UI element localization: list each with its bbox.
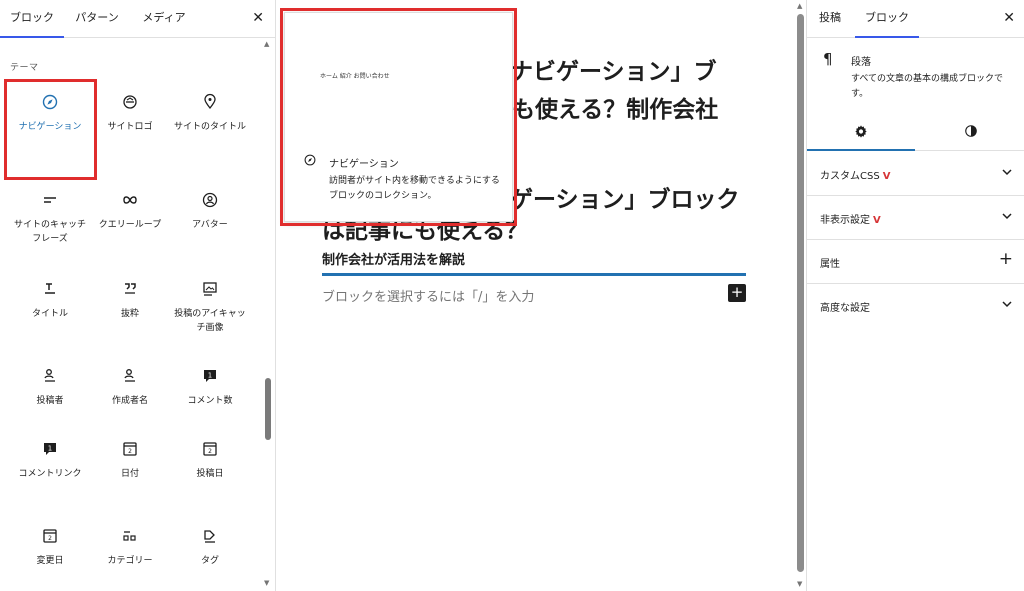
chevron-down-icon <box>1002 169 1012 176</box>
author-name-icon <box>124 369 135 382</box>
block-comment-count[interactable]: 1 コメント数 <box>166 358 254 438</box>
block-comment-link[interactable]: 1 コメントリンク <box>6 431 94 511</box>
half-circle-style-icon <box>965 125 977 137</box>
inserter-block-list: テーマ ナビゲーション サイトロゴ サイトのタイトル サイトのキャッチフレーズ … <box>0 38 276 591</box>
selected-block-border <box>322 273 746 276</box>
loop-icon <box>123 196 137 204</box>
block-card-description: すべての文章の基本の構成ブロックです。 <box>851 74 1004 99</box>
inserter-scrollbar[interactable]: ▲ ▼ <box>263 38 273 591</box>
preview-title: ナビゲーション <box>329 159 399 170</box>
svg-text:2: 2 <box>128 448 132 455</box>
panel-label: 非表示設定 <box>820 215 870 226</box>
block-site-logo[interactable]: サイトロゴ <box>86 84 174 164</box>
block-avatar[interactable]: アバター <box>166 182 254 262</box>
block-site-title[interactable]: サイトのタイトル <box>166 84 254 164</box>
plugin-badge-icon: V <box>873 215 881 226</box>
panel-label: 属性 <box>820 259 840 270</box>
tab-settings[interactable] <box>807 113 915 151</box>
block-modified-date[interactable]: 2 変更日 <box>6 518 94 591</box>
plus-icon: + <box>998 249 1013 269</box>
block-author-name[interactable]: 作成者名 <box>86 358 174 438</box>
block-preview-popover: ホーム 紹介 お問い合わせ ナビゲーション 訪問者がサイト内を移動できるようにす… <box>284 12 513 222</box>
featured-image-icon <box>203 282 217 296</box>
tab-post[interactable]: 投稿 <box>807 0 853 38</box>
gear-icon <box>855 125 867 138</box>
block-navigation[interactable]: ナビゲーション <box>6 84 94 164</box>
post-heading-line[interactable]: ナビゲーション」ブ <box>510 52 717 86</box>
preview-description: 訪問者がサイト内を移動できるようにするブロックのコレクション。 <box>329 176 500 201</box>
post-date-icon: 2 <box>203 442 217 456</box>
block-categories[interactable]: カテゴリー <box>86 518 174 591</box>
settings-sidebar: 投稿 ブロック ✕ ¶ 段落 すべての文章の基本の構成ブロックです。 カスタムC… <box>806 0 1024 591</box>
tab-media[interactable]: メディア <box>136 0 192 38</box>
comment-count-icon: 1 <box>204 370 216 382</box>
block-inserter-panel: ブロック パターン メディア ✕ テーマ ナビゲーション サイトロゴ サイトのタ… <box>0 0 276 591</box>
plugin-badge-icon: V <box>882 171 891 182</box>
author-icon <box>44 369 55 382</box>
category-title: テーマ <box>10 63 39 73</box>
block-query-loop[interactable]: クエリーループ <box>86 182 174 262</box>
compass-icon <box>304 154 316 166</box>
modified-date-icon: 2 <box>43 529 57 543</box>
panel-attributes[interactable]: 属性 + <box>807 240 1024 284</box>
chevron-down-icon <box>1002 301 1012 308</box>
block-excerpt[interactable]: 抜粋 <box>86 271 174 351</box>
panel-label: カスタムCSS <box>820 171 880 182</box>
canvas-scrollbar-thumb[interactable] <box>797 14 804 572</box>
svg-text:2: 2 <box>48 535 52 542</box>
block-post-date[interactable]: 2 投稿日 <box>166 431 254 511</box>
block-featured-image[interactable]: 投稿のアイキャッチ画像 <box>166 271 254 351</box>
chevron-down-icon <box>1002 213 1012 220</box>
add-block-button[interactable]: + <box>728 284 746 302</box>
settings-tabs: 投稿 ブロック ✕ <box>807 0 1024 38</box>
block-tags[interactable]: タグ <box>166 518 254 591</box>
block-settings-subtabs <box>807 113 1024 151</box>
tag-icon <box>204 530 215 543</box>
post-subheading[interactable]: 制作会社が活用法を解説 <box>322 249 465 268</box>
canvas-scrollbar[interactable]: ▲ ▼ <box>795 0 806 591</box>
block-date[interactable]: 2 日付 <box>86 431 174 511</box>
site-logo-icon <box>123 95 137 109</box>
categories-icon <box>123 531 136 541</box>
close-inserter-button[interactable]: ✕ <box>252 9 264 27</box>
title-icon <box>45 283 55 294</box>
inserter-scrollbar-thumb[interactable] <box>265 378 271 440</box>
avatar-icon <box>202 192 218 208</box>
svg-text:2: 2 <box>208 448 212 455</box>
block-title[interactable]: タイトル <box>6 271 94 351</box>
map-marker-icon <box>204 93 216 110</box>
svg-text:1: 1 <box>48 445 52 453</box>
panel-advanced[interactable]: 高度な設定 <box>807 284 1024 328</box>
post-heading-line[interactable]: も使える？制作会社 <box>512 90 718 124</box>
calendar-icon: 2 <box>123 442 137 456</box>
preview-navigation-links: ホーム 紹介 お問い合わせ <box>320 73 390 80</box>
panel-visibility[interactable]: 非表示設定 V <box>807 196 1024 240</box>
comment-link-icon: 1 <box>44 443 56 455</box>
close-settings-button[interactable]: ✕ <box>1003 9 1015 27</box>
tab-blocks[interactable]: ブロック <box>0 0 64 38</box>
svg-text:1: 1 <box>208 372 212 380</box>
empty-paragraph-placeholder[interactable]: ブロックを選択するには「/」を入力 <box>322 286 534 305</box>
panel-custom-css[interactable]: カスタムCSS V <box>807 152 1024 196</box>
excerpt-quote-icon <box>125 283 136 294</box>
block-site-tagline[interactable]: サイトのキャッチフレーズ <box>6 182 94 262</box>
scroll-up-arrow-icon[interactable]: ▲ <box>797 2 802 10</box>
paragraph-icon: ¶ <box>823 50 833 68</box>
inserter-tabs: ブロック パターン メディア ✕ <box>0 0 276 38</box>
compass-icon <box>42 94 58 110</box>
scroll-down-arrow-icon[interactable]: ▼ <box>264 579 269 587</box>
tab-styles[interactable] <box>917 113 1024 151</box>
tab-patterns[interactable]: パターン <box>72 0 122 38</box>
scroll-up-arrow-icon[interactable]: ▲ <box>264 40 269 48</box>
block-post-author[interactable]: 投稿者 <box>6 358 94 438</box>
scroll-down-arrow-icon[interactable]: ▼ <box>797 580 802 588</box>
post-heading-line[interactable]: ゲーション」ブロック <box>510 180 740 214</box>
tagline-icon <box>44 197 56 203</box>
panel-label: 高度な設定 <box>820 303 870 314</box>
tab-block[interactable]: ブロック <box>855 0 919 38</box>
block-card-title: 段落 <box>851 57 871 68</box>
